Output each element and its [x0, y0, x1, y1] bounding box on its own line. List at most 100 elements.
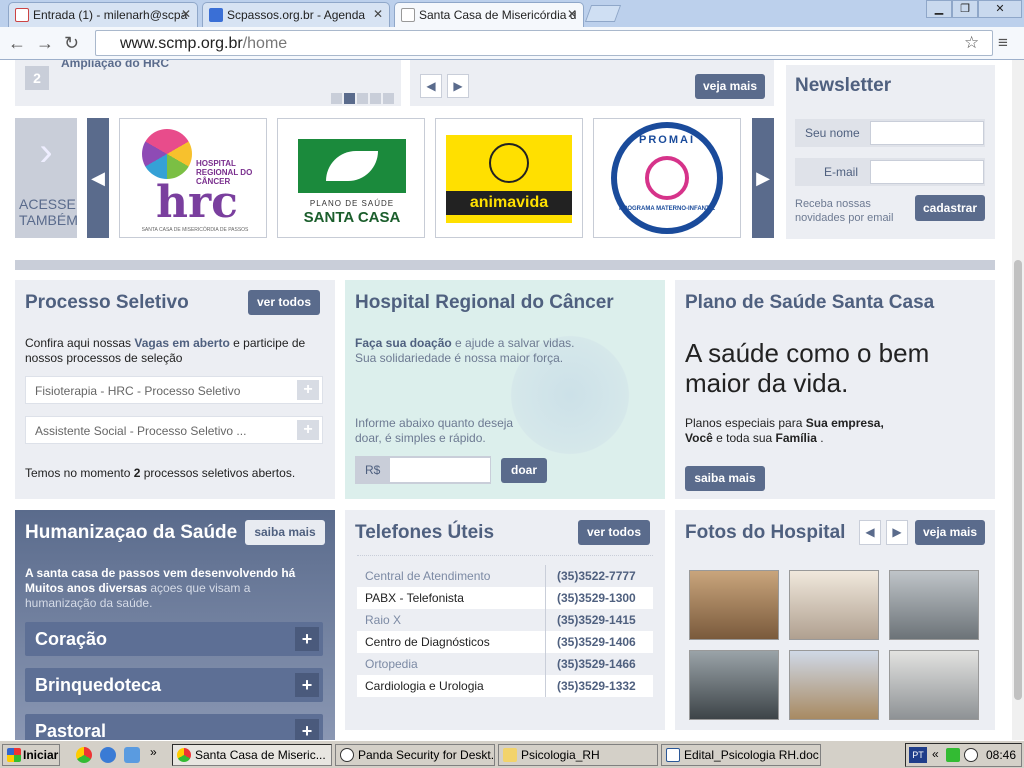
- hospital-photo[interactable]: [889, 570, 979, 640]
- security-shield-icon[interactable]: [946, 748, 960, 762]
- email-input[interactable]: [870, 160, 984, 184]
- partner-logo-plano-santa-casa[interactable]: PLANO DE SAÚDE SANTA CASA: [277, 118, 425, 238]
- forward-arrow-icon[interactable]: →: [36, 33, 54, 54]
- hospital-photo[interactable]: [689, 650, 779, 720]
- partners-prev-button[interactable]: ◀: [87, 118, 109, 238]
- minimize-button[interactable]: ▁: [926, 0, 952, 18]
- language-indicator[interactable]: PT: [909, 747, 927, 763]
- fotos-next-button[interactable]: ▶: [886, 520, 908, 545]
- newsletter-note: Receba nossas novidades por email: [795, 198, 894, 224]
- slide-dot[interactable]: [357, 93, 368, 104]
- back-arrow-icon[interactable]: ←: [8, 33, 26, 54]
- windows-logo-icon: [7, 748, 21, 762]
- chevron-right-icon: ›: [39, 130, 53, 174]
- hrc-message: Faça sua doação e ajude a salvar vidas. S…: [355, 336, 575, 365]
- chrome-icon: [177, 748, 191, 762]
- plus-icon[interactable]: +: [297, 420, 319, 440]
- show-desktop-icon[interactable]: [124, 747, 140, 763]
- taskbar-item-chrome[interactable]: Santa Casa de Miseric...: [172, 744, 332, 766]
- plus-icon[interactable]: +: [295, 673, 319, 697]
- humanizacao-item-brinquedoteca[interactable]: Brinquedoteca +: [25, 668, 323, 702]
- url-path: /home: [242, 35, 288, 52]
- chrome-icon[interactable]: [76, 747, 92, 763]
- maximize-button[interactable]: ❐: [952, 0, 978, 18]
- menu-icon[interactable]: ≡: [998, 33, 1008, 53]
- close-tab-icon[interactable]: ✕: [373, 7, 383, 21]
- hospital-photo[interactable]: [889, 650, 979, 720]
- next-slide-button[interactable]: ▶: [447, 74, 469, 98]
- calendar-icon: [209, 8, 223, 22]
- start-button[interactable]: Iniciar: [2, 744, 60, 766]
- slide-dot-active[interactable]: [344, 93, 355, 104]
- table-row: Ortopedia (35)3529-1466: [357, 653, 653, 675]
- ie-icon[interactable]: [100, 747, 116, 763]
- quicklaunch-more-icon[interactable]: »: [150, 745, 157, 759]
- hospital-photo[interactable]: [689, 570, 779, 640]
- partner-logo-hrc[interactable]: HOSPITAL REGIONAL DO CÂNCER hrc SANTA CA…: [119, 118, 267, 238]
- vagas-link[interactable]: Vagas em aberto: [134, 336, 229, 350]
- telefones-panel: Telefones Úteis ver todos Central de Ate…: [345, 510, 665, 730]
- plano-headline: A saúde como o bem maior da vida.: [685, 338, 930, 398]
- humanizacao-text: A santa casa de passos vem desenvolvendo…: [25, 566, 296, 610]
- bookmark-star-icon[interactable]: ☆: [964, 33, 979, 53]
- processo-ver-todos-button[interactable]: ver todos: [248, 290, 320, 315]
- hrc-title: Hospital Regional do Câncer: [355, 292, 614, 313]
- system-tray: PT « 08:46: [905, 743, 1022, 767]
- name-input[interactable]: [870, 121, 984, 145]
- partner-logo-promai[interactable]: PROMAI PROGRAMA MATERNO-INFANTIL: [593, 118, 741, 238]
- fotos-title: Fotos do Hospital: [685, 522, 846, 543]
- hrc-flower-icon: [142, 129, 192, 179]
- tab-santa-casa[interactable]: Santa Casa de Misericórdia d ✕: [394, 2, 584, 27]
- slide-title[interactable]: Ampliação do HRC: [61, 60, 169, 71]
- santa-casa-emblem-icon: [298, 139, 406, 193]
- processo-item[interactable]: Fisioterapia - HRC - Processo Seletivo +: [25, 376, 323, 404]
- panda-tray-icon[interactable]: [964, 748, 978, 762]
- scrollbar-thumb[interactable]: [1014, 260, 1022, 700]
- slide-dots: [331, 91, 394, 109]
- humanizacao-saiba-mais-button[interactable]: saiba mais: [245, 520, 325, 545]
- acesse-tambem-label: › ACESSE TAMBÉM: [15, 118, 78, 238]
- humanizacao-item-coracao[interactable]: Coração +: [25, 622, 323, 656]
- close-tab-icon[interactable]: ✕: [181, 7, 191, 21]
- reload-icon[interactable]: ↻: [64, 33, 79, 54]
- hospital-photo[interactable]: [789, 570, 879, 640]
- taskbar-item-folder[interactable]: Psicologia_RH: [498, 744, 658, 766]
- partners-next-button[interactable]: ▶: [752, 118, 774, 238]
- new-tab-button[interactable]: [584, 5, 622, 22]
- humanizacao-item-pastoral[interactable]: Pastoral +: [25, 714, 323, 740]
- plus-icon[interactable]: +: [295, 719, 319, 740]
- donation-amount-input[interactable]: [389, 457, 491, 483]
- address-bar[interactable]: www.scmp.org.br/home: [95, 30, 993, 56]
- close-window-button[interactable]: ✕: [978, 0, 1022, 18]
- newsletter-submit-button[interactable]: cadastrar: [915, 195, 985, 221]
- taskbar-item-panda[interactable]: Panda Security for Deskt...: [335, 744, 495, 766]
- plano-description: Planos especiais para Sua empresa, Você e…: [685, 416, 884, 445]
- plus-icon[interactable]: +: [295, 627, 319, 651]
- taskbar-item-word[interactable]: Edital_Psicologia RH.doc ...: [661, 744, 821, 766]
- clock[interactable]: 08:46: [986, 748, 1016, 762]
- plano-saiba-mais-button[interactable]: saiba mais: [685, 466, 765, 491]
- telefones-ver-todos-button[interactable]: ver todos: [578, 520, 650, 545]
- banner-more-button[interactable]: veja mais: [695, 74, 765, 99]
- page-scrollbar[interactable]: [1012, 60, 1024, 740]
- humanizacao-title: Humanizaçao da Saúde: [25, 522, 238, 543]
- partner-logo-animavida[interactable]: animavida: [435, 118, 583, 238]
- fotos-prev-button[interactable]: ◀: [859, 520, 881, 545]
- slide-dot[interactable]: [331, 93, 342, 104]
- tab-agenda[interactable]: Scpassos.org.br - Agenda ✕: [202, 2, 390, 27]
- fotos-veja-mais-button[interactable]: veja mais: [915, 520, 985, 545]
- tab-gmail[interactable]: Entrada (1) - milenarh@scpa ✕: [8, 2, 198, 27]
- slide-dot[interactable]: [370, 93, 381, 104]
- page-content: 2 Ampliação do HRC ◀ ▶ veja mais › ACESS…: [0, 60, 1024, 740]
- table-row: Cardiologia e Urologia (35)3529-1332: [357, 675, 653, 697]
- plus-icon[interactable]: +: [297, 380, 319, 400]
- close-tab-icon[interactable]: ✕: [567, 7, 577, 21]
- tray-expand-icon[interactable]: «: [932, 747, 939, 761]
- processo-title: Processo Seletivo: [25, 292, 189, 313]
- processo-item[interactable]: Assistente Social - Processo Seletivo ..…: [25, 416, 323, 444]
- slide-dot[interactable]: [383, 93, 394, 104]
- donate-button[interactable]: doar: [501, 458, 547, 483]
- table-row: Raio X (35)3529-1415: [357, 609, 653, 631]
- prev-slide-button[interactable]: ◀: [420, 74, 442, 98]
- hospital-photo[interactable]: [789, 650, 879, 720]
